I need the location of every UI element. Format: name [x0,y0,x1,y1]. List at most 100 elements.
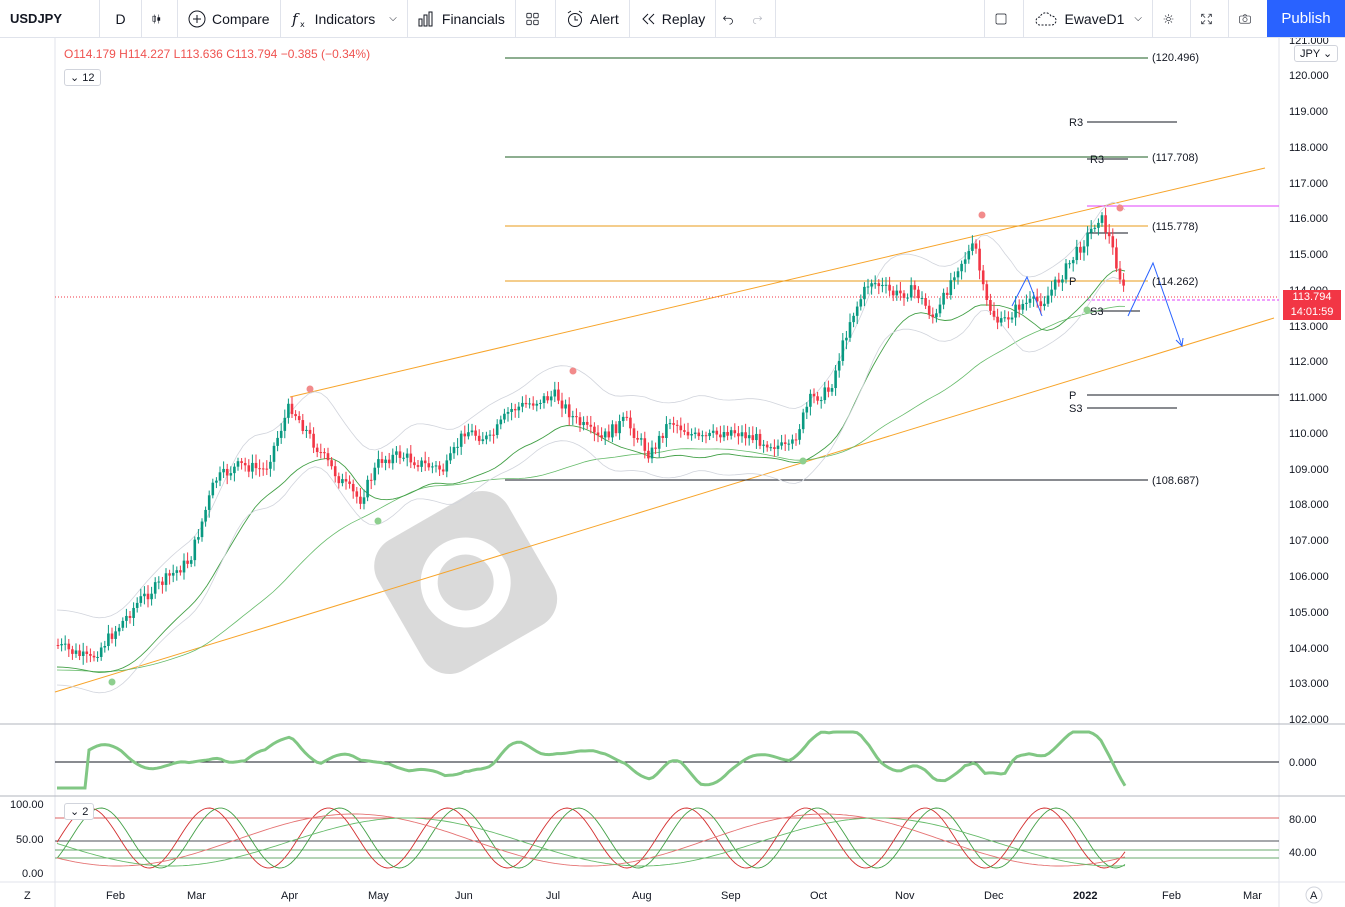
candle-body [110,633,114,639]
candle-body [434,465,438,467]
snapshot-button[interactable] [1229,0,1267,37]
candle-body [74,650,78,654]
candle-body [927,305,931,315]
candle-body [949,280,953,296]
fib-levels [55,57,1279,481]
candle-body [596,432,600,436]
timezone-z-button[interactable]: Z [24,890,31,902]
candle-body [1097,222,1100,228]
candle-body [945,292,949,296]
candle-body [409,453,413,463]
candle-body [877,283,881,287]
candle-body [971,243,974,251]
time-tick: Mar [1243,890,1262,902]
financials-button[interactable]: Financials [408,0,516,37]
candle-body [787,443,791,445]
candle-body [297,416,301,421]
stoch-right-tick: 40.00 [1289,847,1317,859]
candle-body [261,468,265,470]
chart-canvas[interactable]: 121.000 120.000 119.000 118.000 117.000 … [0,38,1345,907]
candle-body [503,413,506,420]
candle-body [884,284,888,286]
candle-body [132,607,135,618]
trend-channel [54,167,1275,693]
candle-body [841,340,845,361]
candle-body [391,454,395,464]
compare-button[interactable]: Compare [178,0,281,37]
candle-body [243,462,247,466]
candle-body [143,593,146,597]
candle-body [153,582,157,594]
time-axis[interactable]: Feb Mar Apr May Jun Jul Aug Sep Oct Nov … [106,890,1262,902]
redo-button[interactable] [746,0,777,37]
candle-body [438,465,441,470]
candle-body [632,428,636,438]
candle-body [384,459,387,463]
fullscreen-button[interactable] [1191,0,1229,37]
layout-button[interactable]: EwaveD1 ⌵ [1024,0,1153,37]
interval-button[interactable]: D [100,0,142,37]
symbol-search-button[interactable]: USDJPY [0,0,100,37]
candle-body [251,462,254,472]
candle-body [395,451,398,455]
candle-body [985,284,989,300]
candle-body [117,627,121,632]
candle-body [769,447,773,449]
stoch-collapse-button[interactable]: ⌄ 2 [64,803,95,820]
indicators-button[interactable]: fx Indicators ⌵ [281,0,408,37]
candle-body [254,462,258,469]
settings-button[interactable] [1153,0,1191,37]
indicators-collapse-button[interactable]: ⌄ 12 [64,69,101,86]
candle-body [931,314,935,318]
candle-body [675,424,679,426]
templates-button[interactable] [516,0,556,37]
candle-body [845,337,848,341]
open-value: O114.179 [64,47,116,61]
price-axis[interactable]: 121.000 120.000 119.000 118.000 117.000 … [1289,38,1329,726]
candle-body [128,615,132,618]
candle-body [823,387,827,401]
candle-body [719,434,722,438]
candle-body [1017,304,1021,310]
candle-body [373,467,377,481]
price-tick: 118.000 [1289,142,1328,154]
time-tick: Dec [984,890,1004,902]
candle-body [524,402,528,405]
candle-body [762,444,765,446]
candle-body [290,403,294,415]
candle-body [888,284,891,291]
publish-button[interactable]: Publish [1267,0,1345,37]
candle-body [218,472,222,481]
candle-body [935,313,938,318]
alert-button[interactable]: Alert [556,0,630,37]
stoch-d-line [56,807,1126,869]
candle-body [1007,317,1010,320]
candle-body [1115,247,1118,269]
auto-scale-button[interactable]: A [1310,890,1318,902]
low-value: L113.636 [173,47,223,61]
candle-body [222,468,225,473]
candle-body [859,299,863,307]
candle-body [71,649,74,654]
level-label: (115.778) [1152,221,1198,233]
replay-button[interactable]: Replay [630,0,717,37]
pivot-label: S3 [1090,306,1103,318]
fullscreen-checkbox-button[interactable] [984,0,1025,37]
candle-body [1061,279,1064,283]
candle-body [1075,246,1079,261]
candle-body [470,430,474,433]
candle-body [1021,303,1025,310]
candle-body [924,297,927,306]
candle-body [517,406,521,411]
candle-body [953,277,956,281]
candle-body [744,432,747,439]
candle-body [607,431,611,438]
candle-body [996,316,999,323]
chart-style-button[interactable] [142,0,178,37]
currency-button[interactable]: JPY ⌄ [1294,45,1339,62]
price-tick: 117.000 [1289,178,1328,190]
stoch-slow-d-line [56,817,1126,867]
candle-body [420,460,423,467]
candle-body [513,408,517,411]
undo-button[interactable] [716,0,746,37]
